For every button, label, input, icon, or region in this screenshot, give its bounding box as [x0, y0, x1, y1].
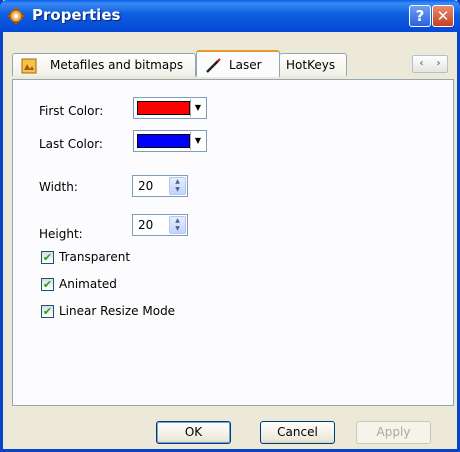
chevron-left-icon[interactable]: ‹ — [413, 56, 430, 72]
tab-label: Metafiles and bitmaps — [50, 58, 184, 72]
help-icon: ? — [415, 7, 425, 25]
transparent-label: Transparent — [59, 250, 131, 264]
height-value[interactable]: 20 — [138, 218, 153, 232]
spin-up-icon[interactable]: ▲ — [170, 217, 185, 225]
window-title: Properties — [32, 6, 121, 24]
tab-hotkeys[interactable]: HotKeys — [279, 53, 347, 76]
chevron-down-icon[interactable]: ▼ — [190, 132, 205, 150]
checkmark-icon[interactable]: ✔ — [41, 251, 54, 264]
spin-up-icon[interactable]: ▲ — [170, 178, 185, 186]
cancel-button[interactable]: Cancel — [260, 421, 335, 444]
height-label: Height: — [39, 227, 83, 241]
last-color-label: Last Color: — [39, 137, 103, 151]
chevron-down-icon[interactable]: ▼ — [190, 99, 205, 117]
animated-label: Animated — [59, 277, 117, 291]
first-color-picker[interactable]: ▼ — [133, 97, 207, 119]
width-spinner[interactable]: 20 ▲ ▼ — [132, 175, 188, 197]
height-spin-buttons: ▲ ▼ — [169, 216, 186, 234]
width-spin-buttons: ▲ ▼ — [169, 177, 186, 195]
close-icon: ✕ — [436, 7, 450, 25]
help-button[interactable]: ? — [409, 5, 431, 27]
tab-laser[interactable]: Laser — [196, 50, 280, 77]
checkmark-icon[interactable]: ✔ — [41, 278, 54, 291]
tab-label: HotKeys — [286, 58, 336, 72]
tab-scroll-control: ‹ › — [412, 55, 448, 73]
width-value[interactable]: 20 — [138, 179, 153, 193]
first-color-label: First Color: — [39, 104, 104, 118]
checkmark-icon[interactable]: ✔ — [41, 305, 54, 318]
spin-down-icon[interactable]: ▼ — [170, 225, 185, 233]
tab-label: Laser — [229, 58, 262, 72]
height-spinner[interactable]: 20 ▲ ▼ — [132, 214, 188, 236]
close-button[interactable]: ✕ — [432, 5, 454, 27]
apply-button[interactable]: Apply — [356, 421, 431, 444]
width-label: Width: — [39, 180, 78, 194]
last-color-swatch — [137, 134, 190, 148]
tab-metafiles-and-bitmaps[interactable]: Metafiles and bitmaps — [12, 53, 196, 76]
laser-pen-icon — [206, 58, 221, 73]
gear-icon — [7, 7, 25, 25]
spin-down-icon[interactable]: ▼ — [170, 186, 185, 194]
linear-resize-mode-label: Linear Resize Mode — [59, 304, 176, 318]
ok-button[interactable]: OK — [156, 421, 231, 444]
last-color-picker[interactable]: ▼ — [133, 130, 207, 152]
laser-settings-panel: First Color: ▼ Last Color: ▼ Width: 20 ▲… — [12, 79, 454, 406]
image-folder-icon — [21, 58, 37, 74]
properties-dialog: Properties ? ✕ Metafiles and bitmaps Las… — [0, 0, 460, 452]
title-bar[interactable]: Properties ? ✕ — [0, 0, 460, 32]
first-color-swatch — [137, 101, 190, 115]
chevron-right-icon[interactable]: › — [430, 56, 447, 72]
